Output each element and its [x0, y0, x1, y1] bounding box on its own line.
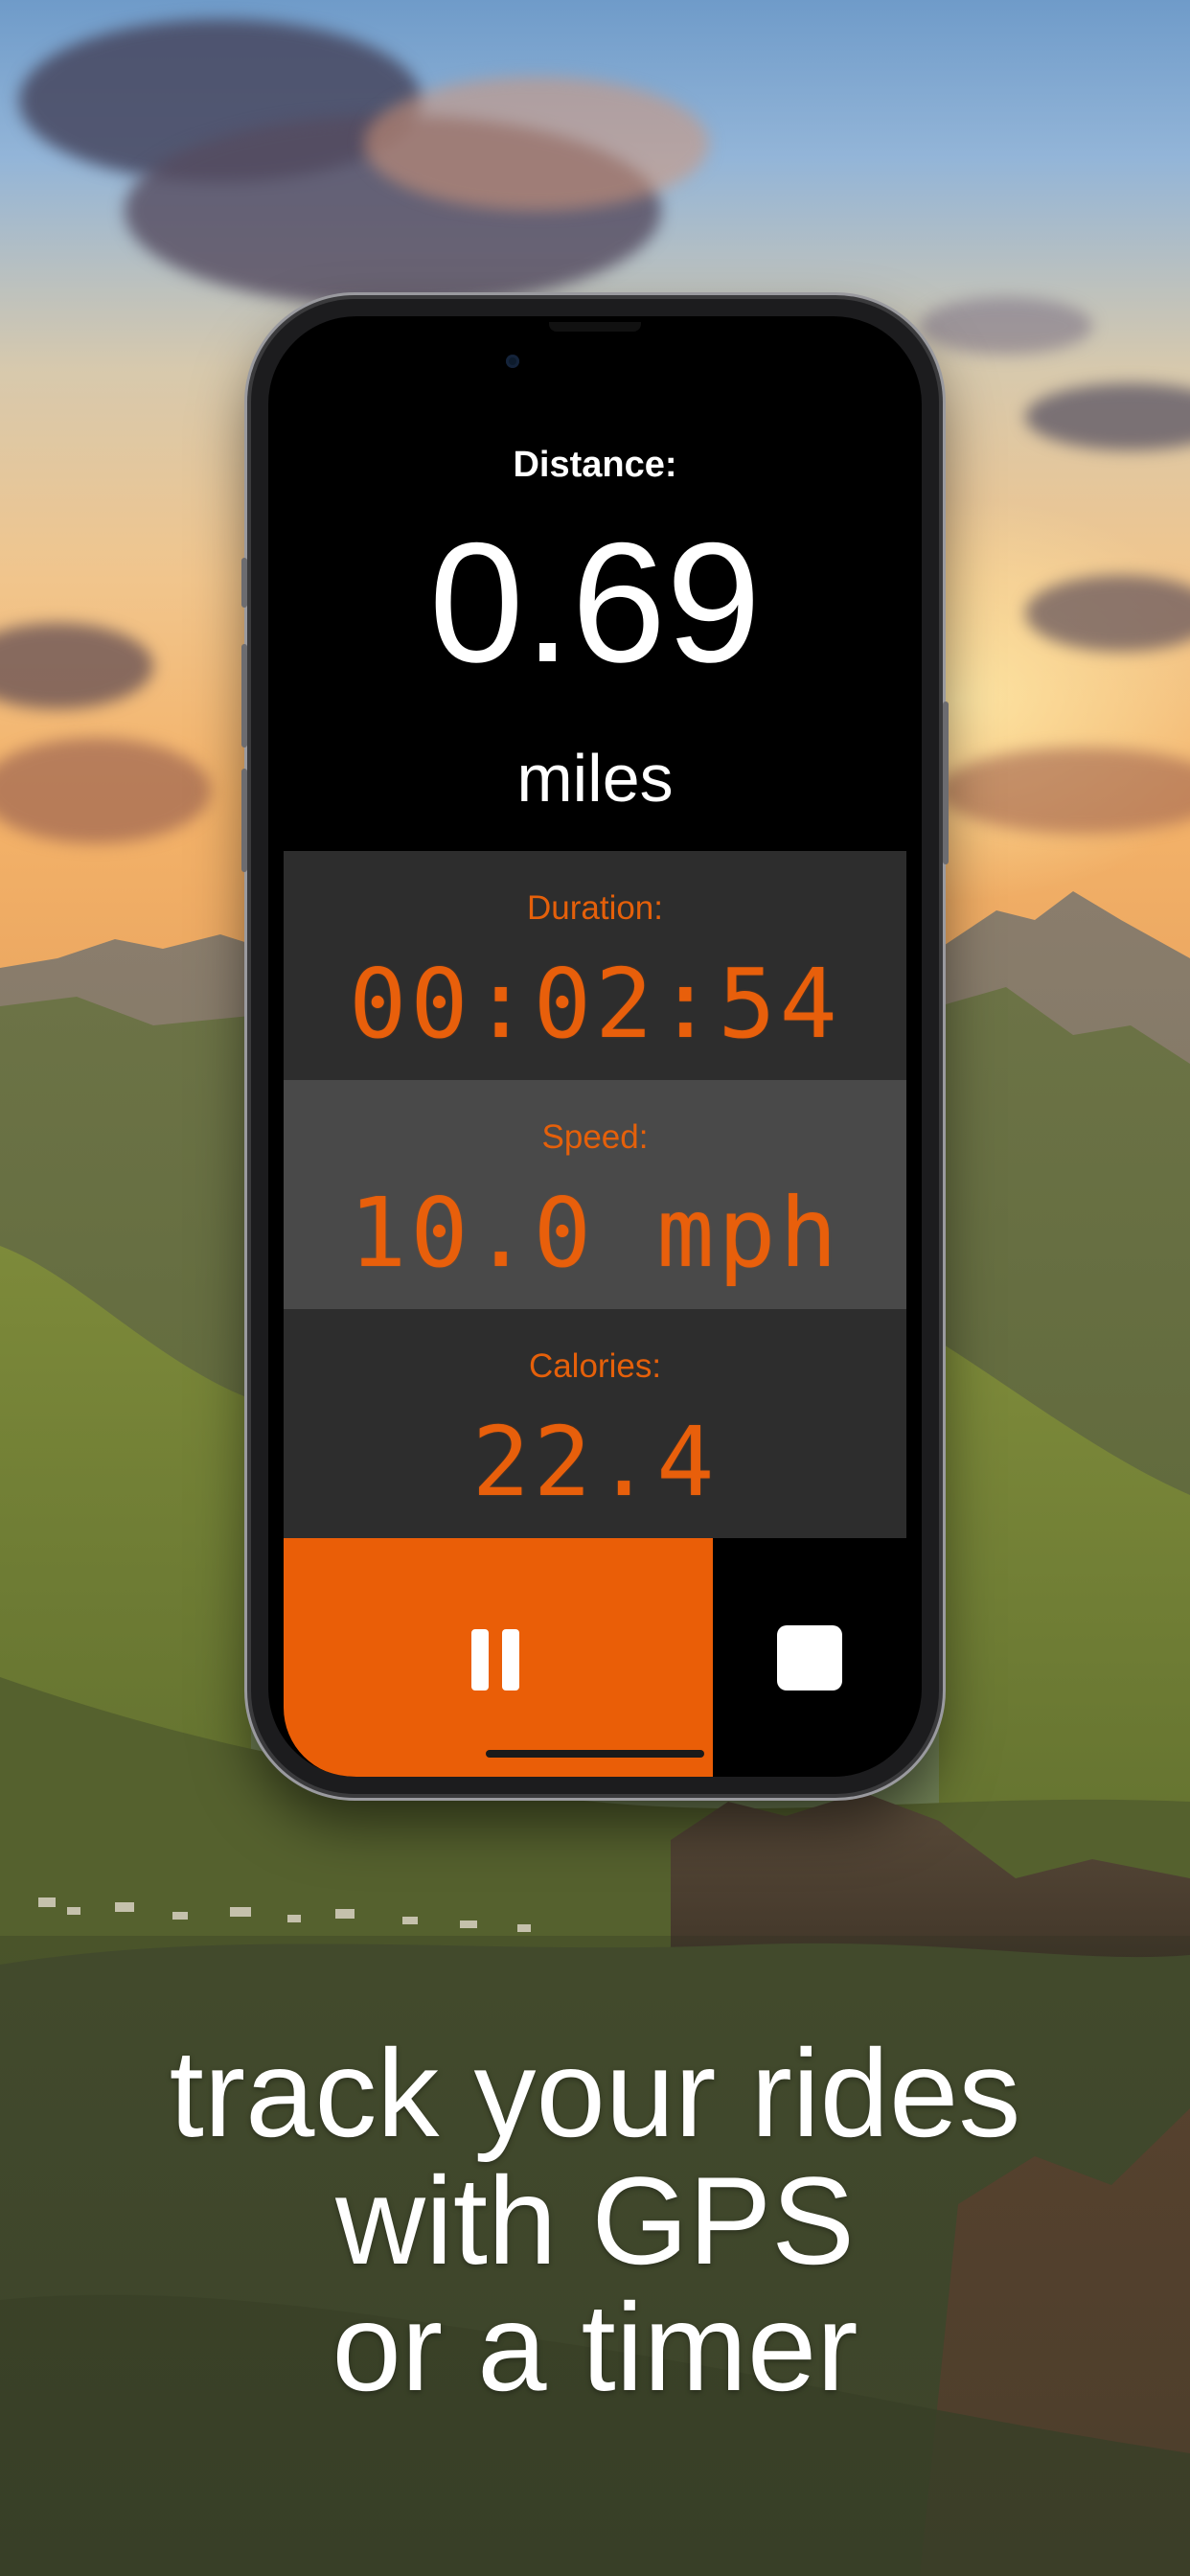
power-button	[943, 702, 949, 864]
side-button	[241, 558, 247, 608]
speed-label: Speed:	[541, 1118, 649, 1156]
pause-button[interactable]	[284, 1538, 713, 1777]
calories-value: 22.4	[471, 1406, 719, 1518]
caption-line: with GPS	[335, 2150, 855, 2290]
phone-frame: Distance: 0.69 miles Duration: 00:02:54 …	[241, 299, 949, 1794]
distance-unit: miles	[516, 741, 674, 816]
marketing-caption: track your rides with GPS or a timer	[0, 2030, 1190, 2411]
duration-value: 00:02:54	[349, 948, 841, 1060]
stop-icon	[777, 1625, 842, 1690]
pause-icon	[471, 1629, 519, 1690]
stop-button[interactable]	[713, 1538, 906, 1777]
speed-panel: Speed: 10.0 mph	[284, 1080, 906, 1309]
calories-panel: Calories: 22.4	[284, 1309, 906, 1538]
volume-down-button	[241, 769, 247, 872]
duration-panel: Duration: 00:02:54	[284, 851, 906, 1080]
distance-value: 0.69	[428, 507, 762, 698]
speed-value: 10.0 mph	[349, 1177, 841, 1289]
speaker-notch	[549, 322, 641, 332]
caption-line: track your rides	[169, 2023, 1021, 2163]
home-indicator[interactable]	[486, 1750, 704, 1758]
front-camera	[506, 355, 519, 368]
duration-label: Duration:	[526, 889, 664, 927]
app-screen: Distance: 0.69 miles Duration: 00:02:54 …	[268, 316, 922, 1777]
volume-up-button	[241, 644, 247, 748]
caption-line: or a timer	[332, 2277, 858, 2418]
calories-label: Calories:	[528, 1347, 662, 1385]
distance-label: Distance:	[513, 445, 677, 485]
